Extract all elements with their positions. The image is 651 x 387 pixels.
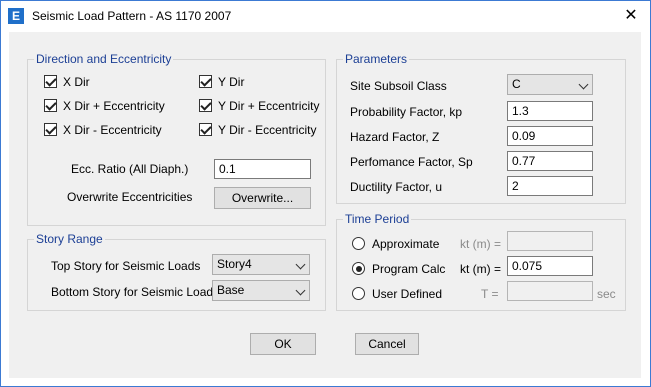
top-story-label: Top Story for Seismic Loads — [51, 259, 201, 273]
hazard-factor-label: Hazard Factor, Z — [350, 130, 440, 144]
approx-kt-label: kt (m) = — [460, 237, 501, 251]
dialog-window: E Seismic Load Pattern - AS 1170 2007 ✕ … — [0, 0, 651, 387]
approx-kt-input — [507, 231, 593, 251]
close-button[interactable]: ✕ — [613, 3, 649, 29]
top-story-select[interactable]: Story4 — [212, 254, 310, 275]
y-dir-plus-ecc-checkbox[interactable] — [199, 99, 212, 112]
x-dir-minus-ecc-label: X Dir - Eccentricity — [63, 123, 162, 137]
user-defined-label: User Defined — [372, 287, 443, 301]
x-dir-plus-ecc-checkbox[interactable] — [44, 99, 57, 112]
ok-button[interactable]: OK — [250, 333, 316, 355]
direction-legend: Direction and Eccentricity — [34, 52, 174, 66]
program-calc-label: Program Calc — [372, 262, 446, 276]
seconds-unit-label: sec — [597, 287, 616, 301]
bottom-story-select[interactable]: Base — [212, 280, 310, 301]
chevron-down-icon — [295, 259, 306, 270]
direction-eccentricity-group: Direction and Eccentricity X Dir Y Dir X… — [27, 52, 326, 226]
top-story-value: Story4 — [217, 257, 252, 271]
site-subsoil-label: Site Subsoil Class — [350, 79, 447, 93]
ductility-factor-label: Ductility Factor, u — [350, 180, 443, 194]
program-calc-radio[interactable] — [352, 262, 365, 275]
program-kt-input[interactable]: 0.075 — [507, 256, 593, 276]
ductility-factor-input[interactable]: 2 — [507, 176, 593, 196]
story-range-legend: Story Range — [34, 232, 105, 246]
ecc-ratio-input[interactable]: 0.1 — [214, 159, 311, 179]
parameters-legend: Parameters — [343, 52, 410, 66]
approximate-label: Approximate — [372, 237, 440, 251]
x-dir-checkbox[interactable] — [44, 75, 57, 88]
overwrite-button[interactable]: Overwrite... — [214, 187, 311, 209]
y-dir-minus-ecc-label: Y Dir - Eccentricity — [218, 123, 317, 137]
performance-factor-input[interactable]: 0.77 — [507, 151, 593, 171]
x-dir-plus-ecc-label: X Dir + Eccentricity — [63, 99, 165, 113]
probability-factor-input[interactable]: 1.3 — [507, 101, 593, 121]
time-period-group: Time Period Approximate kt (m) = Program… — [336, 212, 626, 311]
x-dir-label: X Dir — [63, 75, 90, 89]
time-period-legend: Time Period — [343, 212, 412, 226]
y-dir-label: Y Dir — [218, 75, 245, 89]
overwrite-eccentricities-label: Overwrite Eccentricities — [67, 190, 193, 204]
y-dir-minus-ecc-checkbox[interactable] — [199, 123, 212, 136]
bottom-story-value: Base — [217, 283, 245, 297]
user-t-label: T = — [481, 287, 499, 301]
bottom-story-label: Bottom Story for Seismic Loads — [51, 285, 220, 299]
user-defined-radio[interactable] — [352, 287, 365, 300]
chevron-down-icon — [578, 79, 589, 90]
approximate-radio[interactable] — [352, 237, 365, 250]
performance-factor-label: Perfomance Factor, Sp — [350, 155, 473, 169]
dialog-body: Direction and Eccentricity X Dir Y Dir X… — [9, 32, 641, 378]
y-dir-plus-ecc-label: Y Dir + Eccentricity — [218, 99, 320, 113]
ecc-ratio-label: Ecc. Ratio (All Diaph.) — [71, 162, 189, 176]
cancel-button[interactable]: Cancel — [355, 333, 419, 355]
title-bar: E Seismic Load Pattern - AS 1170 2007 ✕ — [1, 1, 650, 31]
story-range-group: Story Range Top Story for Seismic Loads … — [27, 232, 326, 311]
probability-factor-label: Probability Factor, kp — [350, 105, 463, 119]
x-dir-minus-ecc-checkbox[interactable] — [44, 123, 57, 136]
program-kt-label: kt (m) = — [460, 262, 501, 276]
hazard-factor-input[interactable]: 0.09 — [507, 126, 593, 146]
window-title: Seismic Load Pattern - AS 1170 2007 — [32, 9, 232, 23]
etabs-app-icon: E — [8, 8, 24, 24]
chevron-down-icon — [295, 285, 306, 296]
parameters-group: Parameters Site Subsoil Class C Probabil… — [336, 52, 626, 204]
user-t-input — [507, 281, 593, 301]
y-dir-checkbox[interactable] — [199, 75, 212, 88]
site-subsoil-value: C — [512, 77, 521, 91]
site-subsoil-select[interactable]: C — [507, 74, 593, 95]
